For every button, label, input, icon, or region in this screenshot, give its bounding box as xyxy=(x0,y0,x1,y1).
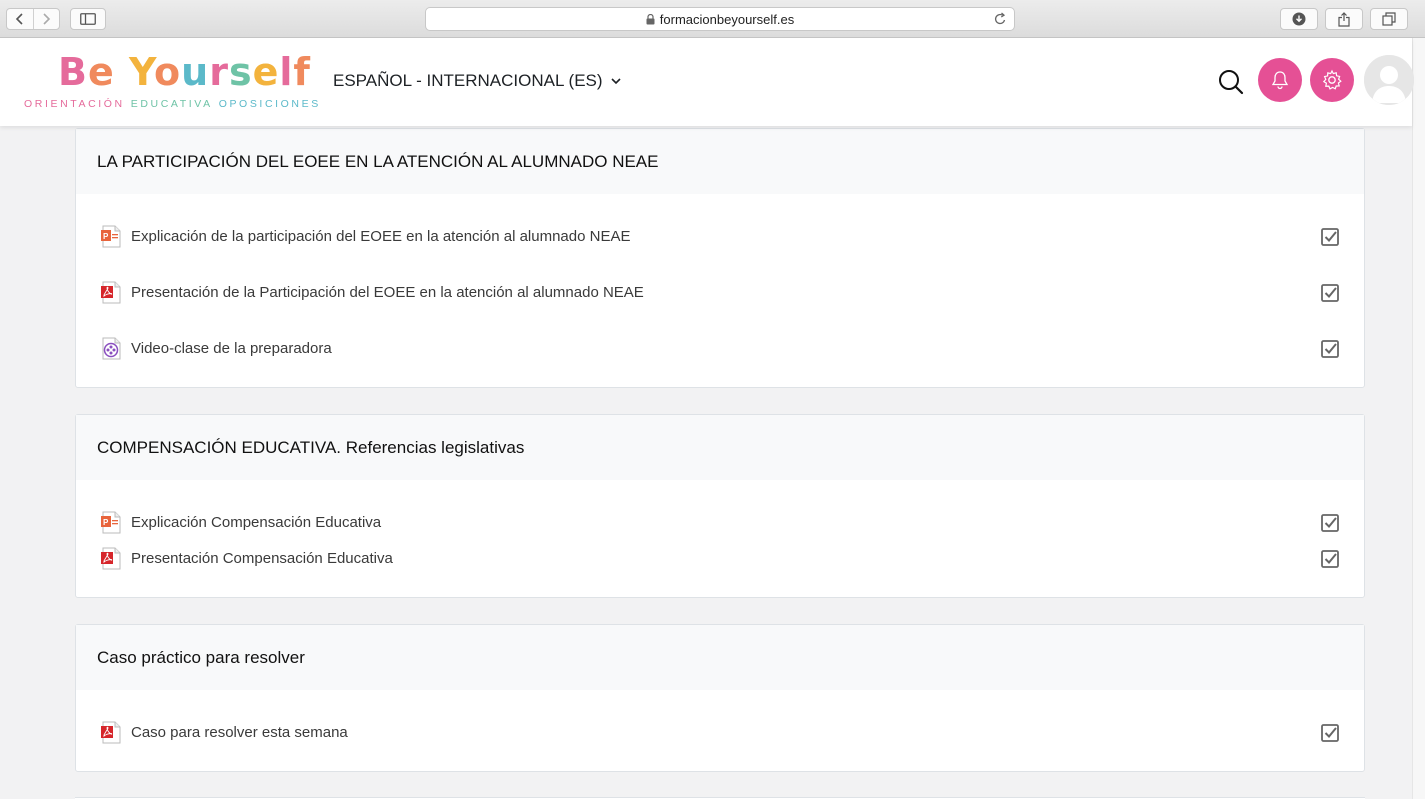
logo-tagline: ORIENTACIÓN EDUCATIVA OPOSICIONES xyxy=(24,98,321,110)
chevron-left-icon xyxy=(15,13,23,25)
activity-title[interactable]: Explicación Compensación Educativa xyxy=(131,511,651,535)
logo-letter: B xyxy=(58,50,88,94)
user-silhouette-icon xyxy=(1364,55,1414,105)
browser-toolbar: formacionbeyourself.es xyxy=(0,0,1425,38)
search-icon[interactable] xyxy=(1217,68,1245,96)
course-section: LA PARTICIPACIÓN DEL EOEE EN LA ATENCIÓN… xyxy=(75,128,1365,388)
logo-letter: l xyxy=(279,50,294,94)
logo-letter: e xyxy=(252,50,280,94)
forward-button[interactable] xyxy=(32,9,60,29)
logo-tagline-word: OPOSICIONES xyxy=(218,98,321,110)
pdf-icon xyxy=(101,547,121,570)
course-section: Caso práctico para resolver Caso para re… xyxy=(75,624,1365,772)
activity-title[interactable]: Explicación de la participación del EOEE… xyxy=(131,225,651,249)
activity-item[interactable]: Presentación de la Participación del EOE… xyxy=(100,281,1340,329)
logo-letter: f xyxy=(293,50,311,94)
address-bar[interactable]: formacionbeyourself.es xyxy=(425,7,1015,31)
bell-icon xyxy=(1271,71,1289,90)
completion-checkbox-icon[interactable] xyxy=(1320,549,1340,569)
logo-wordmark: Be Yourself xyxy=(58,50,311,94)
logo-letter: u xyxy=(181,50,210,94)
tabs-button[interactable] xyxy=(1370,8,1408,30)
logo-letter xyxy=(115,50,129,94)
settings-button[interactable] xyxy=(1310,58,1354,102)
user-avatar[interactable] xyxy=(1364,55,1414,105)
section-title[interactable]: LA PARTICIPACIÓN DEL EOEE EN LA ATENCIÓN… xyxy=(76,129,1364,194)
svg-text:P: P xyxy=(103,518,109,527)
activity-title[interactable]: Presentación de la Participación del EOE… xyxy=(131,281,651,305)
language-label: ESPAÑOL - INTERNACIONAL (ES) xyxy=(333,71,603,90)
logo-tagline-word: ORIENTACIÓN xyxy=(24,98,125,110)
tabs-icon xyxy=(1382,12,1396,26)
svg-text:P: P xyxy=(103,232,109,241)
pdf-icon xyxy=(101,281,121,304)
completion-checkbox-icon[interactable] xyxy=(1320,513,1340,533)
logo-letter: Y xyxy=(128,50,155,94)
sidebar-icon xyxy=(80,13,96,25)
logo-letter: r xyxy=(209,50,229,94)
video-icon xyxy=(102,337,121,360)
downloads-button[interactable] xyxy=(1280,8,1318,30)
brand-logo[interactable]: Be Yourself ORIENTACIÓN EDUCATIVA OPOSICIO… xyxy=(24,50,318,116)
gear-icon xyxy=(1322,69,1342,90)
activity-item[interactable]: Video-clase de la preparadora xyxy=(100,337,1340,361)
activity-item[interactable]: P Explicación Compensación Educativa xyxy=(100,511,1340,535)
section-title[interactable]: Caso práctico para resolver xyxy=(76,625,1364,690)
reload-icon[interactable] xyxy=(994,12,1007,26)
share-icon xyxy=(1338,11,1350,27)
lock-icon xyxy=(646,13,655,24)
logo-letter: o xyxy=(154,50,182,94)
sidebar-button[interactable] xyxy=(70,8,106,30)
back-button[interactable] xyxy=(7,9,33,29)
completion-checkbox-icon[interactable] xyxy=(1320,723,1340,743)
download-icon xyxy=(1292,12,1306,26)
activity-item[interactable]: Caso para resolver esta semana xyxy=(100,721,1340,745)
language-selector[interactable]: ESPAÑOL - INTERNACIONAL (ES) xyxy=(333,71,621,91)
activity-title[interactable]: Video-clase de la preparadora xyxy=(131,337,651,361)
activity-item[interactable]: P Explicación de la participación del EO… xyxy=(100,225,1340,273)
share-button[interactable] xyxy=(1325,8,1363,30)
chevron-down-icon xyxy=(610,77,621,84)
notifications-button[interactable] xyxy=(1258,58,1302,102)
completion-checkbox-icon[interactable] xyxy=(1320,283,1340,303)
history-nav xyxy=(6,8,60,30)
logo-letter: e xyxy=(87,50,115,94)
site-header: Be Yourself ORIENTACIÓN EDUCATIVA OPOSICIO… xyxy=(0,38,1414,126)
chevron-right-icon xyxy=(43,13,51,25)
pdf-icon xyxy=(101,721,121,744)
logo-tagline-word: EDUCATIVA xyxy=(130,98,213,110)
activity-title[interactable]: Presentación Compensación Educativa xyxy=(131,547,651,571)
url-text: formacionbeyourself.es xyxy=(659,11,795,27)
logo-letter: s xyxy=(228,50,253,94)
activity-item[interactable]: Presentación Compensación Educativa xyxy=(100,547,1340,571)
page-scrollbar[interactable] xyxy=(1412,38,1425,799)
powerpoint-icon: P xyxy=(101,225,121,248)
section-title[interactable]: COMPENSACIÓN EDUCATIVA. Referencias legi… xyxy=(76,415,1364,480)
powerpoint-icon: P xyxy=(101,511,121,534)
completion-checkbox-icon[interactable] xyxy=(1320,339,1340,359)
course-section: COMPENSACIÓN EDUCATIVA. Referencias legi… xyxy=(75,414,1365,598)
activity-title[interactable]: Caso para resolver esta semana xyxy=(131,721,651,745)
completion-checkbox-icon[interactable] xyxy=(1320,227,1340,247)
